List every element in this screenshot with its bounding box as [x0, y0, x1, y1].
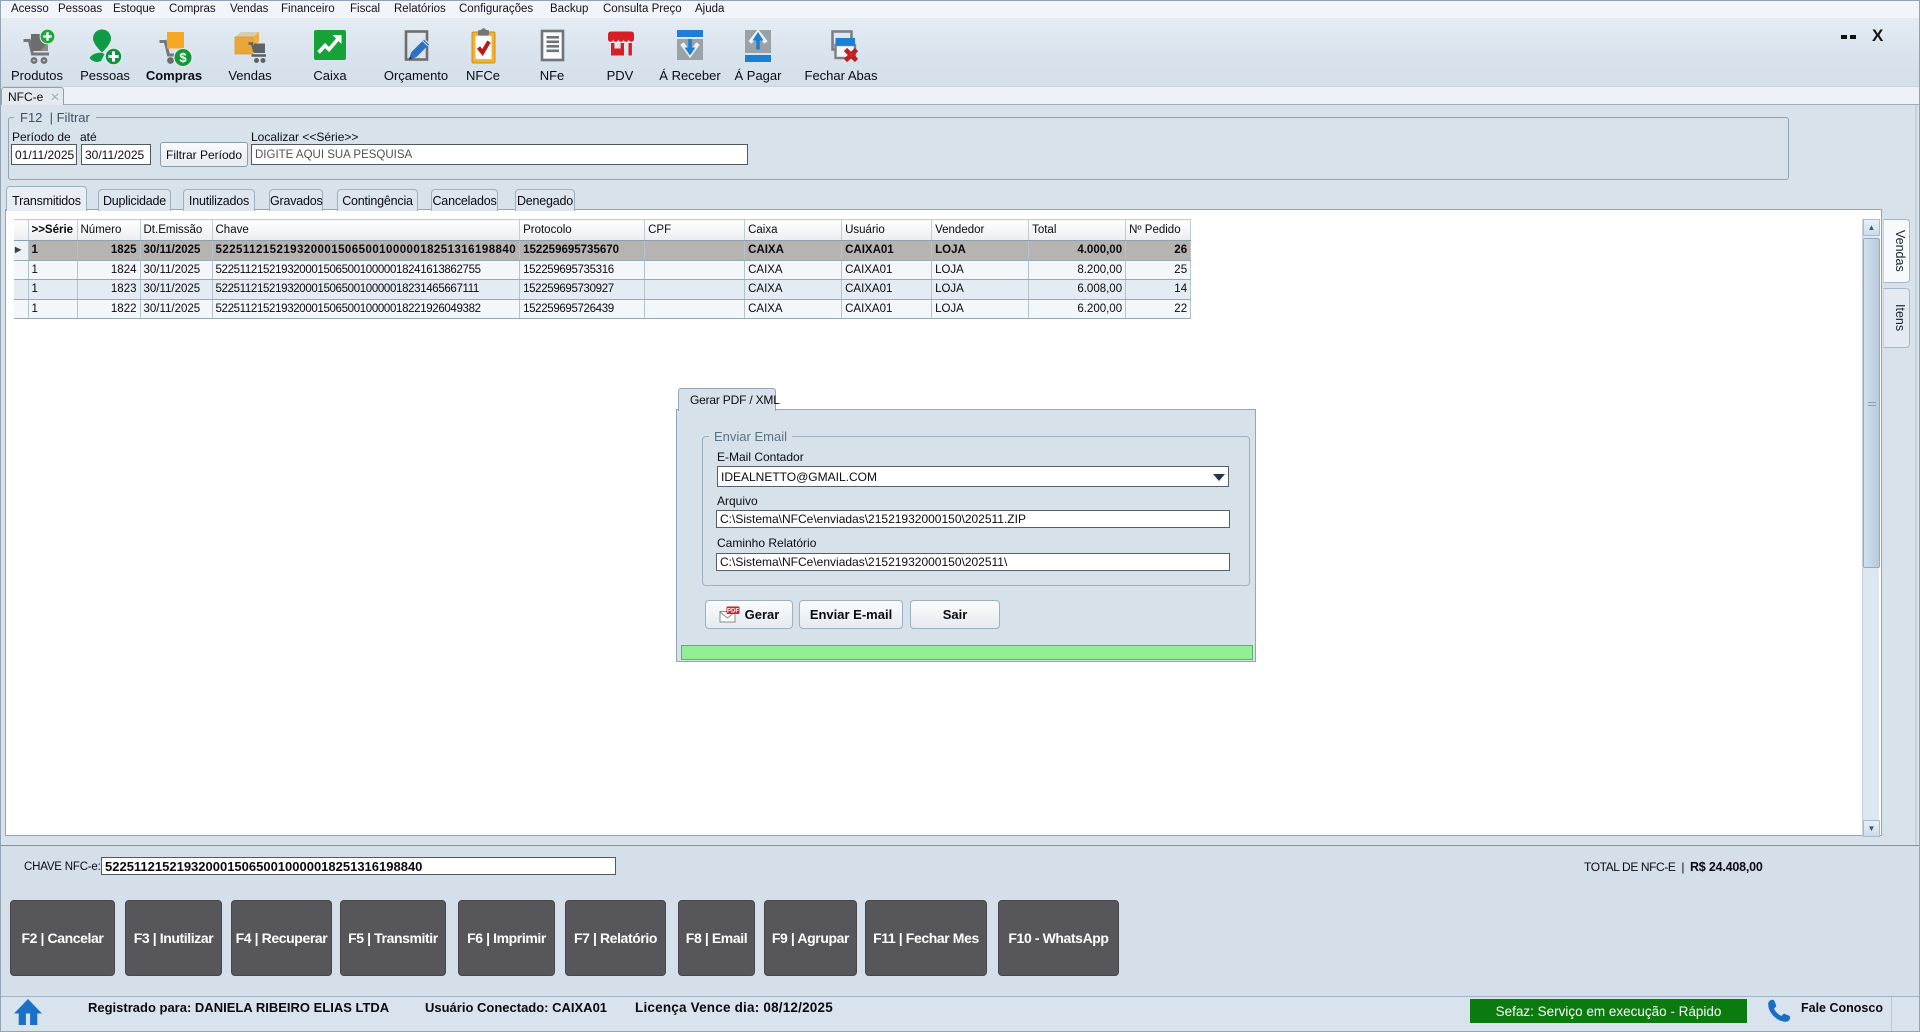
svg-text:$: $: [179, 50, 187, 65]
svg-text:PDF: PDF: [727, 609, 739, 615]
